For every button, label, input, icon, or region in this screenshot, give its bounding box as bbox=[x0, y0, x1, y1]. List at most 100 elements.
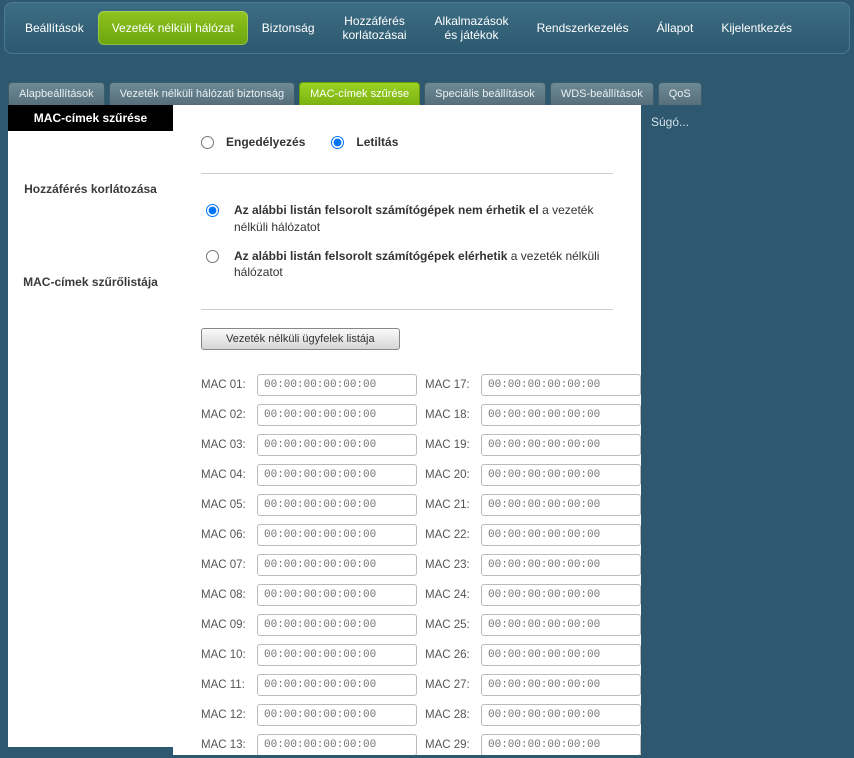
left-column: MAC-címek szűrése Hozzáférés korlátozása… bbox=[8, 105, 173, 755]
mac-input-13[interactable] bbox=[257, 734, 417, 755]
topnav-item-admin[interactable]: Rendszerkezelés bbox=[523, 15, 643, 41]
mac-label: MAC 09: bbox=[201, 619, 257, 631]
radio-disable[interactable] bbox=[331, 136, 344, 149]
top-nav: Beállítások Vezeték nélküli hálózat Bizt… bbox=[4, 2, 850, 54]
sub-nav: Alapbeállítások Vezeték nélküli hálózati… bbox=[8, 82, 846, 105]
mac-input-22[interactable] bbox=[481, 524, 641, 546]
mac-input-10[interactable] bbox=[257, 644, 417, 666]
mac-input-26[interactable] bbox=[481, 644, 641, 666]
mac-row: MAC 06: bbox=[201, 524, 417, 546]
mac-input-24[interactable] bbox=[481, 584, 641, 606]
mac-label: MAC 06: bbox=[201, 529, 257, 541]
mac-row: MAC 18: bbox=[425, 404, 641, 426]
mac-input-21[interactable] bbox=[481, 494, 641, 516]
topnav-item-apps[interactable]: Alkalmazások és játékok bbox=[421, 8, 523, 49]
mac-input-28[interactable] bbox=[481, 704, 641, 726]
mac-row: MAC 11: bbox=[201, 674, 417, 696]
mac-input-25[interactable] bbox=[481, 614, 641, 636]
mac-input-01[interactable] bbox=[257, 374, 417, 396]
mac-input-08[interactable] bbox=[257, 584, 417, 606]
mac-label: MAC 12: bbox=[201, 709, 257, 721]
mac-label: MAC 27: bbox=[425, 679, 481, 691]
mac-row: MAC 04: bbox=[201, 464, 417, 486]
topnav-item-settings[interactable]: Beállítások bbox=[11, 15, 98, 41]
radio-allow-label: Az alábbi listán felsorolt számítógépek … bbox=[234, 248, 613, 282]
mac-row: MAC 26: bbox=[425, 644, 641, 666]
mac-label: MAC 29: bbox=[425, 739, 481, 751]
mac-input-05[interactable] bbox=[257, 494, 417, 516]
tab-qos[interactable]: QoS bbox=[658, 82, 702, 105]
help-title[interactable]: Súgó... bbox=[651, 115, 836, 129]
tab-wsec[interactable]: Vezeték nélküli hálózati biztonság bbox=[109, 82, 296, 105]
mac-row: MAC 23: bbox=[425, 554, 641, 576]
mac-row: MAC 05: bbox=[201, 494, 417, 516]
mac-input-11[interactable] bbox=[257, 674, 417, 696]
mac-input-06[interactable] bbox=[257, 524, 417, 546]
mac-label: MAC 22: bbox=[425, 529, 481, 541]
mac-input-02[interactable] bbox=[257, 404, 417, 426]
mac-label: MAC 05: bbox=[201, 499, 257, 511]
left-section-access: Hozzáférés korlátozása bbox=[8, 167, 173, 210]
mac-row: MAC 20: bbox=[425, 464, 641, 486]
page-title: MAC-címek szűrése bbox=[8, 105, 173, 131]
mac-label: MAC 04: bbox=[201, 469, 257, 481]
mac-row: MAC 28: bbox=[425, 704, 641, 726]
radio-enable[interactable] bbox=[201, 136, 214, 149]
radio-deny-access[interactable] bbox=[206, 204, 219, 217]
mac-input-17[interactable] bbox=[481, 374, 641, 396]
mac-label: MAC 25: bbox=[425, 619, 481, 631]
content-area: Engedélyezés Letiltás Az alábbi listán f… bbox=[173, 105, 641, 755]
divider bbox=[201, 309, 613, 310]
mac-label: MAC 03: bbox=[201, 439, 257, 451]
mac-label: MAC 24: bbox=[425, 589, 481, 601]
mac-row: MAC 13: bbox=[201, 734, 417, 755]
mac-row: MAC 03: bbox=[201, 434, 417, 456]
radio-disable-label: Letiltás bbox=[356, 135, 398, 149]
help-panel: Súgó... bbox=[641, 105, 846, 755]
tab-advanced[interactable]: Speciális beállítások bbox=[424, 82, 546, 105]
tab-macfilter[interactable]: MAC-címek szűrése bbox=[299, 82, 420, 105]
mac-row: MAC 08: bbox=[201, 584, 417, 606]
tab-wds[interactable]: WDS-beállítások bbox=[550, 82, 654, 105]
wireless-client-list-button[interactable]: Vezeték nélküli ügyfelek listája bbox=[201, 328, 400, 350]
radio-allow-access[interactable] bbox=[206, 250, 219, 263]
topnav-item-security[interactable]: Biztonság bbox=[248, 15, 329, 41]
mac-label: MAC 20: bbox=[425, 469, 481, 481]
mac-input-20[interactable] bbox=[481, 464, 641, 486]
radio-enable-label: Engedélyezés bbox=[226, 135, 305, 149]
mac-label: MAC 10: bbox=[201, 649, 257, 661]
mac-row: MAC 29: bbox=[425, 734, 641, 755]
access-mode-block: Az alábbi listán felsorolt számítógépek … bbox=[201, 192, 613, 291]
mac-label: MAC 08: bbox=[201, 589, 257, 601]
mac-input-27[interactable] bbox=[481, 674, 641, 696]
mac-input-09[interactable] bbox=[257, 614, 417, 636]
mac-label: MAC 28: bbox=[425, 709, 481, 721]
mac-input-23[interactable] bbox=[481, 554, 641, 576]
left-section-maclist: MAC-címek szűrőlistája bbox=[8, 260, 173, 303]
mac-row: MAC 21: bbox=[425, 494, 641, 516]
mac-label: MAC 19: bbox=[425, 439, 481, 451]
mac-input-03[interactable] bbox=[257, 434, 417, 456]
mac-input-07[interactable] bbox=[257, 554, 417, 576]
mac-input-18[interactable] bbox=[481, 404, 641, 426]
mac-label: MAC 01: bbox=[201, 379, 257, 391]
mac-row: MAC 09: bbox=[201, 614, 417, 636]
mac-row: MAC 02: bbox=[201, 404, 417, 426]
mac-input-12[interactable] bbox=[257, 704, 417, 726]
mac-row: MAC 22: bbox=[425, 524, 641, 546]
mac-label: MAC 13: bbox=[201, 739, 257, 751]
mac-row: MAC 27: bbox=[425, 674, 641, 696]
topnav-item-logout[interactable]: Kijelentkezés bbox=[707, 15, 806, 41]
topnav-item-wireless[interactable]: Vezeték nélküli hálózat bbox=[98, 11, 248, 45]
topnav-item-access[interactable]: Hozzáférés korlátozásai bbox=[329, 8, 421, 49]
mac-row: MAC 07: bbox=[201, 554, 417, 576]
mac-input-19[interactable] bbox=[481, 434, 641, 456]
mac-row: MAC 17: bbox=[425, 374, 641, 396]
mac-label: MAC 23: bbox=[425, 559, 481, 571]
mac-input-29[interactable] bbox=[481, 734, 641, 755]
topnav-item-status[interactable]: Állapot bbox=[643, 15, 708, 41]
mac-label: MAC 21: bbox=[425, 499, 481, 511]
tab-basic[interactable]: Alapbeállítások bbox=[8, 82, 105, 105]
mac-input-04[interactable] bbox=[257, 464, 417, 486]
divider bbox=[201, 173, 613, 174]
